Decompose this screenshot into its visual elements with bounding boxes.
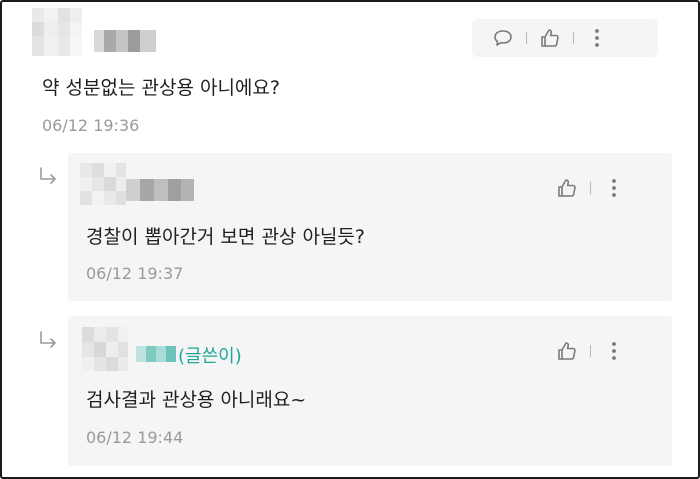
reply-text: 검사결과 관상용 아니래요~ (86, 389, 307, 411)
more-options-button[interactable] (599, 336, 629, 366)
vertical-ellipsis-icon (612, 342, 616, 360)
author-badge: (글쓴이) (178, 346, 242, 367)
avatar (82, 327, 128, 371)
author-name[interactable] (136, 344, 176, 364)
like-button[interactable] (535, 23, 565, 53)
author-name[interactable] (126, 179, 194, 201)
toolbar-divider (590, 345, 591, 357)
reply-text: 경찰이 뽑아간거 보면 관상 아닐듯? (86, 226, 365, 248)
reply-arrow-icon (40, 331, 56, 348)
speech-bubble-icon (494, 30, 512, 46)
comment-timestamp: 06/12 19:36 (42, 116, 140, 135)
toolbar-divider (573, 32, 574, 44)
comment-thread: 약 성분없는 관상용 아니에요? 06/12 19:36 경찰이 뽑아간거 보면… (0, 0, 700, 479)
toolbar-divider (526, 32, 527, 44)
reply-timestamp: 06/12 19:44 (86, 428, 184, 447)
toolbar-divider (590, 182, 591, 194)
avatar (80, 163, 126, 205)
comment-toolbar (472, 19, 658, 57)
thumbs-up-icon (541, 29, 559, 47)
vertical-ellipsis-icon (612, 179, 616, 197)
like-button[interactable] (552, 173, 582, 203)
author-name[interactable] (94, 30, 156, 52)
reply-toolbar (536, 169, 658, 207)
reply-arrow-icon (40, 167, 56, 184)
like-button[interactable] (552, 336, 582, 366)
thumbs-up-icon (558, 342, 576, 360)
reply-button[interactable] (488, 23, 518, 53)
comment-text: 약 성분없는 관상용 아니에요? (42, 77, 280, 99)
more-options-button[interactable] (582, 23, 612, 53)
reply-toolbar (536, 332, 658, 370)
more-options-button[interactable] (599, 173, 629, 203)
reply-timestamp: 06/12 19:37 (86, 264, 184, 283)
avatar (32, 8, 82, 56)
thumbs-up-icon (558, 179, 576, 197)
vertical-ellipsis-icon (595, 29, 599, 47)
